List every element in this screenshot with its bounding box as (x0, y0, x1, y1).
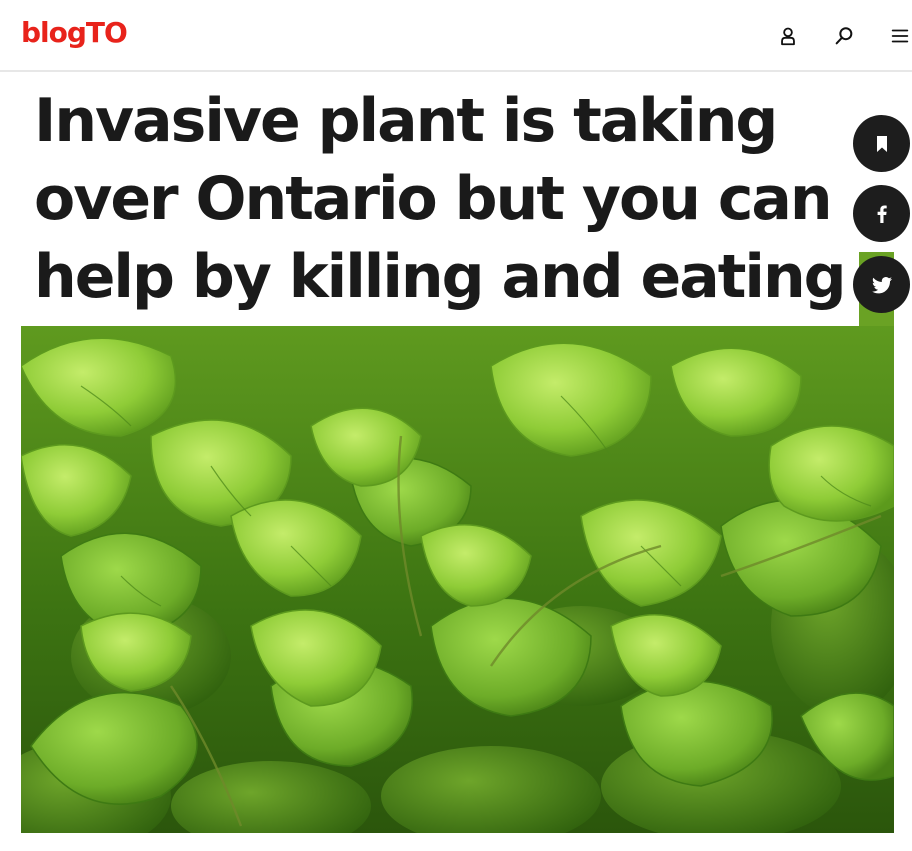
user-icon[interactable] (776, 24, 800, 48)
twitter-share-button[interactable] (853, 256, 910, 313)
facebook-icon (877, 205, 887, 223)
bookmark-icon (876, 135, 887, 152)
hero-image (21, 326, 894, 833)
twitter-icon (871, 276, 892, 293)
site-header: blogTO (0, 0, 912, 72)
bookmark-button[interactable] (853, 115, 910, 172)
search-icon[interactable] (832, 24, 856, 48)
site-logo[interactable]: blogTO (21, 16, 128, 49)
facebook-share-button[interactable] (853, 185, 910, 242)
menu-icon[interactable] (888, 24, 912, 48)
